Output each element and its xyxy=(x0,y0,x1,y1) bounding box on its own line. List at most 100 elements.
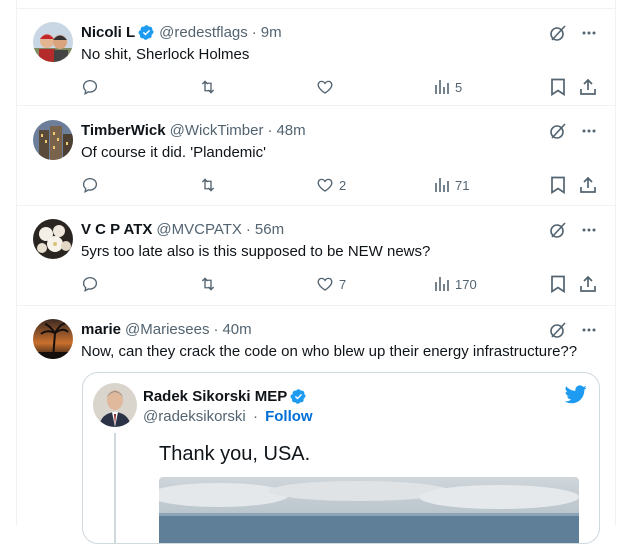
like-button[interactable]: 2 xyxy=(316,175,346,195)
reply-button[interactable] xyxy=(81,274,99,294)
verified-badge-icon xyxy=(290,388,307,405)
repost-icon xyxy=(201,277,215,291)
tweet-header: V C P ATX @MVCPATX · 56m xyxy=(81,219,284,239)
share-button[interactable] xyxy=(579,175,597,195)
tweet-header: marie @Mariesees · 40m xyxy=(81,319,252,339)
tweet-top-actions xyxy=(535,221,597,239)
timeline-feed: Nicoli L @redestflags · 9m No shit, Sher… xyxy=(16,0,616,544)
quote-name: Radek Sikorski MEP xyxy=(143,388,288,405)
quote-handle-row: @radeksikorski · Follow xyxy=(143,408,313,425)
bookmark-icon xyxy=(551,275,565,293)
heart-icon xyxy=(317,178,333,192)
bookmark-button[interactable] xyxy=(550,77,566,97)
bookmark-icon xyxy=(551,78,565,96)
quote-handle[interactable]: @radeksikorski xyxy=(143,408,246,425)
views-button[interactable]: 71 xyxy=(434,175,469,195)
reply-icon xyxy=(82,79,98,96)
more-icon[interactable] xyxy=(581,25,597,41)
author-name[interactable]: V C P ATX xyxy=(81,221,152,238)
tweet-actions: 7 170 xyxy=(81,274,601,294)
like-button[interactable]: 7 xyxy=(316,274,346,294)
repost-button[interactable] xyxy=(198,175,218,195)
tweet-header: Nicoli L @redestflags · 9m xyxy=(81,22,282,42)
avatar[interactable] xyxy=(33,120,73,160)
author-name[interactable]: TimberWick xyxy=(81,122,166,139)
reply-icon xyxy=(82,177,98,194)
quote-media-image[interactable] xyxy=(159,477,579,543)
follow-link[interactable]: Follow xyxy=(265,408,313,425)
tweet[interactable]: TimberWick @WickTimber · 48m Of course i… xyxy=(17,107,615,206)
bookmark-icon xyxy=(551,176,565,194)
more-icon[interactable] xyxy=(581,123,597,139)
avatar[interactable] xyxy=(33,22,73,62)
view-count: 170 xyxy=(455,276,477,292)
more-icon[interactable] xyxy=(581,222,597,238)
tweet-text: Now, can they crack the code on who blew… xyxy=(81,343,578,360)
tweet-top-actions xyxy=(535,24,597,42)
reply-button[interactable] xyxy=(81,77,99,97)
timestamp[interactable]: 48m xyxy=(276,122,305,139)
share-icon xyxy=(580,176,596,193)
views-icon xyxy=(435,80,449,94)
tweet-text: 5yrs too late also is this supposed to b… xyxy=(81,243,431,260)
tweet-top-actions xyxy=(535,321,597,339)
timestamp[interactable]: 56m xyxy=(255,221,284,238)
timestamp[interactable]: 40m xyxy=(222,321,251,338)
reply-icon xyxy=(82,276,98,293)
share-button[interactable] xyxy=(579,77,597,97)
author-handle[interactable]: @Mariesees xyxy=(125,321,209,338)
repost-icon xyxy=(201,178,215,192)
quote-author-name[interactable]: Radek Sikorski MEP xyxy=(143,388,307,405)
author-handle[interactable]: @redestflags xyxy=(159,24,248,41)
tweet[interactable]: V C P ATX @MVCPATX · 56m 5yrs too late a… xyxy=(17,206,615,306)
views-icon xyxy=(435,178,449,192)
view-count: 5 xyxy=(455,79,463,95)
avatar[interactable] xyxy=(33,319,73,359)
views-icon xyxy=(435,277,449,291)
repost-icon xyxy=(201,80,215,94)
quote-text: Thank you, USA. xyxy=(159,443,311,465)
grok-icon[interactable] xyxy=(549,122,567,140)
share-icon xyxy=(580,275,596,292)
thread-line xyxy=(114,433,116,543)
separator-dot: · xyxy=(245,220,251,238)
tweet-actions: 2 71 xyxy=(81,175,601,195)
bird-icon[interactable] xyxy=(565,385,587,404)
views-button[interactable]: 5 xyxy=(434,77,462,97)
view-count: 71 xyxy=(455,177,470,193)
share-icon xyxy=(580,78,596,95)
more-icon[interactable] xyxy=(581,322,597,338)
timestamp[interactable]: 9m xyxy=(261,24,282,41)
tweet-header: TimberWick @WickTimber · 48m xyxy=(81,120,306,140)
grok-icon[interactable] xyxy=(549,321,567,339)
avatar[interactable] xyxy=(93,383,137,427)
heart-icon xyxy=(317,80,333,94)
separator-dot: · xyxy=(251,23,257,41)
author-handle[interactable]: @MVCPATX xyxy=(156,221,242,238)
tweet-text: Of course it did. 'Plandemic' xyxy=(81,144,266,161)
bookmark-button[interactable] xyxy=(550,274,566,294)
grok-icon[interactable] xyxy=(549,221,567,239)
tweet-actions: 5 xyxy=(81,77,601,97)
like-button[interactable] xyxy=(316,77,339,97)
reply-button[interactable] xyxy=(81,175,99,195)
separator-dot: · xyxy=(267,121,273,139)
author-name[interactable]: marie xyxy=(81,321,121,338)
repost-button[interactable] xyxy=(198,77,218,97)
like-count: 2 xyxy=(339,177,347,193)
repost-button[interactable] xyxy=(198,274,218,294)
avatar[interactable] xyxy=(33,219,73,259)
bookmark-button[interactable] xyxy=(550,175,566,195)
tweet-top-actions xyxy=(535,122,597,140)
grok-icon[interactable] xyxy=(549,24,567,42)
embedded-tweet-card[interactable]: Radek Sikorski MEP @radeksikorski · Foll… xyxy=(82,372,600,544)
tweet-text: No shit, Sherlock Holmes xyxy=(81,46,250,63)
share-button[interactable] xyxy=(579,274,597,294)
author-handle[interactable]: @WickTimber xyxy=(170,122,264,139)
heart-icon xyxy=(317,277,333,291)
author-name[interactable]: Nicoli L xyxy=(81,24,135,41)
like-count: 7 xyxy=(339,276,347,292)
views-button[interactable]: 170 xyxy=(434,274,477,294)
tweet[interactable]: Nicoli L @redestflags · 9m No shit, Sher… xyxy=(17,8,615,106)
separator-dot: · xyxy=(252,408,258,425)
